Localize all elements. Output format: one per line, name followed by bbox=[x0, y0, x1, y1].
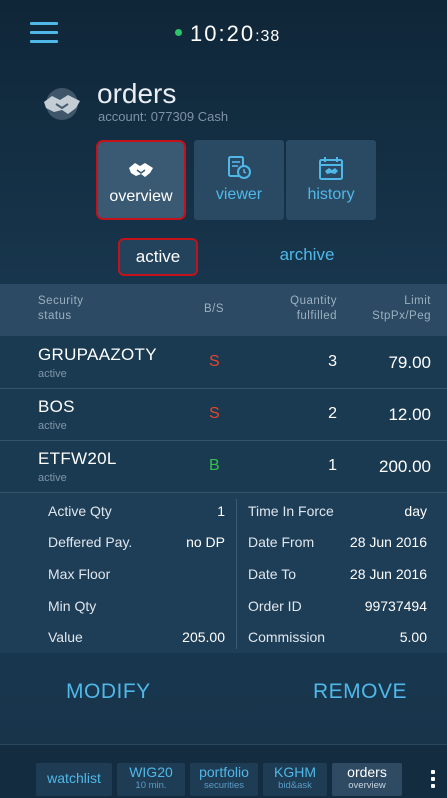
row-status: active bbox=[38, 472, 67, 484]
detail-label: Date To bbox=[248, 566, 296, 582]
row-side: S bbox=[209, 405, 220, 422]
tab-history[interactable]: history bbox=[286, 140, 376, 220]
table-header: Security status B/S Quantity fulfilled Lim… bbox=[0, 284, 447, 336]
segment-archive[interactable]: archive bbox=[264, 238, 350, 276]
column-header-security[interactable]: Security status bbox=[38, 294, 84, 324]
row-symbol: ETFW20L bbox=[38, 449, 117, 468]
nav-wig20-label: WIG20 bbox=[129, 764, 173, 780]
row-quantity: 2 bbox=[328, 405, 337, 422]
table-row-selected[interactable]: ETFW20L active B 1 200.00 bbox=[0, 441, 447, 493]
row-symbol: GRUPAAZOTY bbox=[38, 345, 157, 364]
nav-portfolio-sub: securities bbox=[203, 780, 245, 791]
detail-value: 99737494 bbox=[364, 598, 427, 614]
nav-portfolio[interactable]: portfolio securities bbox=[190, 763, 258, 796]
clock: 10:20:38 bbox=[175, 21, 280, 47]
account-label: account: 077309 Cash bbox=[98, 109, 229, 124]
order-details-panel: Active Qty 1 Deffered Pay. no DP Max Flo… bbox=[0, 493, 447, 653]
detail-value: no DP bbox=[186, 534, 225, 550]
tab-viewer-label: viewer bbox=[215, 186, 263, 203]
more-options-icon[interactable] bbox=[431, 770, 437, 794]
row-side: B bbox=[209, 457, 220, 474]
column-header-security-label: Security bbox=[38, 295, 84, 307]
table-row[interactable]: GRUPAAZOTY active S 3 79.00 bbox=[0, 337, 447, 389]
handshake-icon bbox=[129, 163, 153, 177]
nav-kghm-sub: bid&ask bbox=[278, 780, 312, 791]
table-row[interactable]: BOS active S 2 12.00 bbox=[0, 389, 447, 441]
detail-label: Order ID bbox=[248, 598, 302, 614]
nav-orders-sub: overview bbox=[348, 780, 386, 791]
nav-wig20-sub: 10 min. bbox=[135, 780, 167, 791]
detail-label: Max Floor bbox=[48, 566, 111, 582]
row-limit: 200.00 bbox=[379, 457, 431, 476]
detail-value: 5.00 bbox=[399, 629, 427, 645]
column-header-status-label: status bbox=[38, 310, 72, 322]
nav-portfolio-label: portfolio bbox=[199, 764, 249, 780]
details-divider bbox=[236, 499, 237, 649]
tab-overview[interactable]: overview bbox=[96, 140, 186, 220]
modify-button[interactable]: MODIFY bbox=[66, 680, 151, 704]
detail-label: Time In Force bbox=[248, 503, 334, 519]
detail-label: Date From bbox=[248, 534, 315, 550]
detail-value: 1 bbox=[217, 503, 225, 519]
tab-overview-label: overview bbox=[109, 188, 173, 205]
nav-kghm[interactable]: KGHM bid&ask bbox=[263, 763, 327, 796]
row-limit: 79.00 bbox=[388, 353, 431, 372]
detail-value: 205.00 bbox=[182, 629, 225, 645]
column-header-limit[interactable]: Limit StpPx/Peg bbox=[372, 294, 431, 324]
detail-value: 28 Jun 2016 bbox=[349, 566, 427, 582]
remove-button[interactable]: REMOVE bbox=[313, 680, 407, 704]
calendar-icon bbox=[319, 157, 343, 180]
row-status: active bbox=[38, 420, 67, 432]
tab-viewer[interactable]: viewer bbox=[194, 140, 284, 220]
column-header-quantity[interactable]: Quantity fulfilled bbox=[290, 294, 337, 324]
segment-active[interactable]: active bbox=[118, 238, 198, 276]
column-header-bs[interactable]: B/S bbox=[204, 302, 224, 317]
column-header-fulfilled-label: fulfilled bbox=[296, 310, 337, 322]
nav-kghm-label: KGHM bbox=[274, 764, 316, 780]
handshake-icon bbox=[44, 88, 80, 120]
top-bar: 10:20:38 bbox=[0, 0, 447, 70]
detail-label: Commission bbox=[248, 629, 326, 645]
nav-orders[interactable]: orders overview bbox=[332, 763, 402, 796]
row-status: active bbox=[38, 368, 67, 380]
nav-watchlist-label: watchlist bbox=[47, 770, 101, 786]
column-header-stppx-label: StpPx/Peg bbox=[372, 310, 431, 322]
nav-watchlist[interactable]: watchlist bbox=[36, 763, 112, 796]
row-quantity: 3 bbox=[328, 353, 337, 370]
menu-icon[interactable] bbox=[30, 22, 58, 44]
nav-orders-label: orders bbox=[347, 764, 387, 780]
detail-value: 28 Jun 2016 bbox=[349, 534, 427, 550]
detail-label: Deffered Pay. bbox=[48, 534, 133, 550]
bottom-nav: watchlist WIG20 10 min. portfolio securi… bbox=[0, 744, 447, 798]
connection-status-dot bbox=[175, 28, 182, 36]
column-header-limit-label: Limit bbox=[404, 295, 431, 307]
clock-seconds: :38 bbox=[255, 28, 281, 45]
column-header-quantity-label: Quantity bbox=[290, 295, 337, 307]
clock-time: 10:20 bbox=[190, 21, 256, 46]
detail-label: Active Qty bbox=[48, 503, 112, 519]
row-quantity: 1 bbox=[328, 457, 337, 474]
detail-value: day bbox=[404, 503, 427, 519]
tab-history-label: history bbox=[307, 186, 355, 203]
row-symbol: BOS bbox=[38, 397, 75, 416]
document-clock-icon bbox=[228, 156, 251, 179]
row-side: S bbox=[209, 353, 220, 370]
detail-label: Value bbox=[48, 629, 83, 645]
page-title: orders bbox=[97, 78, 177, 109]
row-limit: 12.00 bbox=[388, 405, 431, 424]
nav-wig20[interactable]: WIG20 10 min. bbox=[117, 763, 185, 796]
detail-label: Min Qty bbox=[48, 598, 97, 614]
